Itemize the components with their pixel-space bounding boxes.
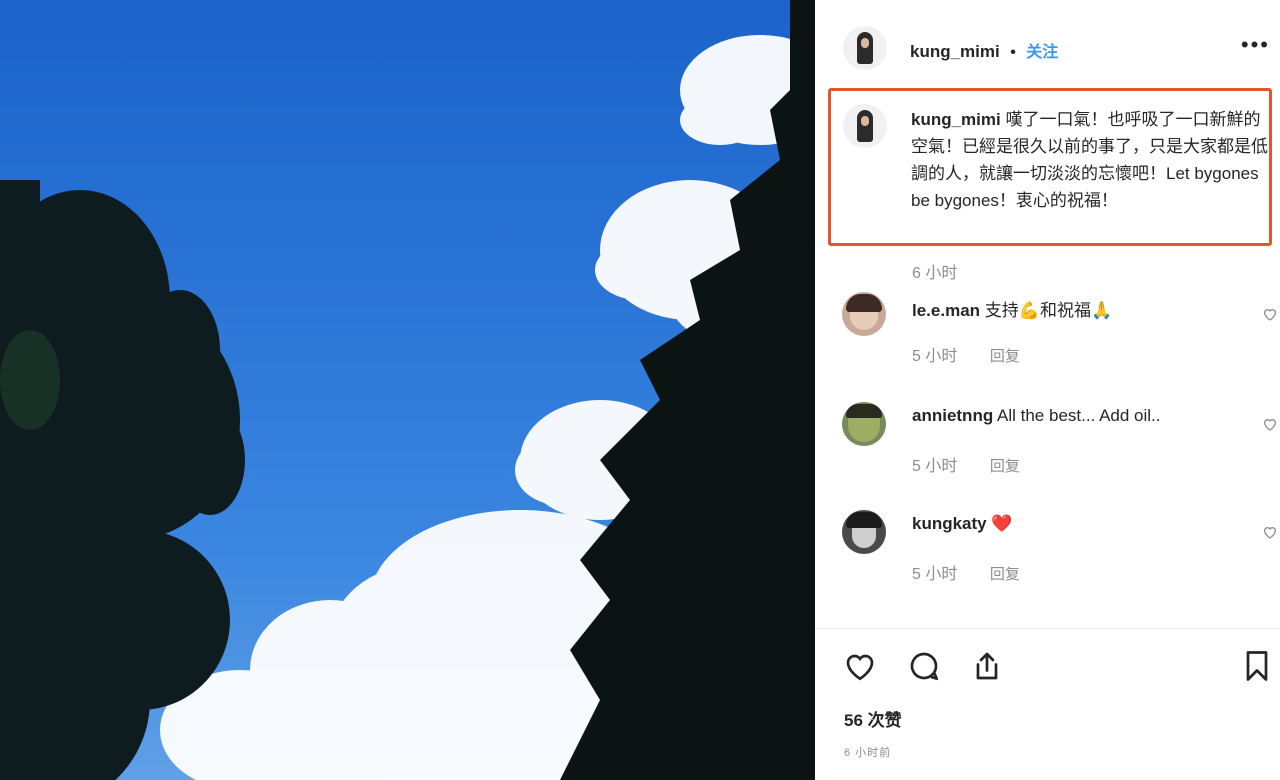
commenter-avatar[interactable]	[842, 510, 886, 554]
post-panel: kung_mimi • 关注 ••• kung_mimi 嘆了一口氣！也呼吸了一…	[815, 0, 1280, 780]
action-bar	[815, 648, 1280, 692]
more-icon[interactable]: •••	[1241, 34, 1270, 56]
comment-body: annietnng All the best... Add oil..	[912, 406, 1161, 426]
likes-count[interactable]: 56 次赞	[844, 706, 902, 731]
comment-time: 5 小时	[912, 458, 958, 475]
bookmark-icon[interactable]	[1239, 648, 1275, 684]
sky-trees-image	[0, 0, 815, 780]
comment-text: All the best... Add oil..	[997, 406, 1161, 425]
comment-body: le.e.man 支持💪和祝福🙏	[912, 296, 1112, 321]
comment-text: 支持💪和祝福🙏	[984, 301, 1113, 320]
comment-username[interactable]: le.e.man	[912, 301, 980, 320]
caption-time: 6 小时	[912, 265, 958, 282]
actions-divider	[815, 628, 1280, 629]
post-header: kung_mimi • 关注 •••	[815, 0, 1280, 90]
comment-meta: 5 小时 回复	[912, 452, 1020, 476]
caption-username[interactable]: kung_mimi	[911, 110, 1001, 129]
reply-button[interactable]: 回复	[990, 458, 1020, 475]
comment-meta: 5 小时 回复	[912, 560, 1020, 584]
reply-button[interactable]: 回复	[990, 348, 1020, 365]
follow-button[interactable]: 关注	[1026, 44, 1058, 61]
caption: kung_mimi 嘆了一口氣！也呼吸了一口新鮮的空氣！已經是很久以前的事了，只…	[911, 106, 1276, 214]
share-icon[interactable]	[969, 648, 1005, 684]
comment-username[interactable]: annietnng	[912, 406, 993, 425]
commenter-avatar[interactable]	[842, 402, 886, 446]
comment-time: 5 小时	[912, 566, 958, 583]
comment-icon[interactable]	[906, 648, 942, 684]
comment-username[interactable]: kungkaty	[912, 514, 987, 533]
comment-like-icon[interactable]	[1262, 306, 1278, 322]
post-timestamp: 6 小时前	[844, 747, 892, 759]
comment-meta: 5 小时 回复	[912, 342, 1020, 366]
comment-like-icon[interactable]	[1262, 524, 1278, 540]
header-user-line: kung_mimi • 关注	[910, 38, 1058, 62]
comment-body: kungkaty ❤️	[912, 514, 1013, 534]
caption-avatar[interactable]	[843, 104, 887, 148]
post-photo[interactable]	[0, 0, 815, 780]
heart-icon[interactable]	[842, 648, 878, 684]
comment-time: 5 小时	[912, 348, 958, 365]
reply-button[interactable]: 回复	[990, 566, 1020, 583]
author-username[interactable]: kung_mimi	[910, 42, 1000, 61]
separator-dot: •	[1010, 44, 1016, 61]
comment-text: ❤️	[991, 514, 1013, 533]
commenter-avatar[interactable]	[842, 292, 886, 336]
author-avatar[interactable]	[843, 26, 887, 70]
comment-like-icon[interactable]	[1262, 416, 1278, 432]
